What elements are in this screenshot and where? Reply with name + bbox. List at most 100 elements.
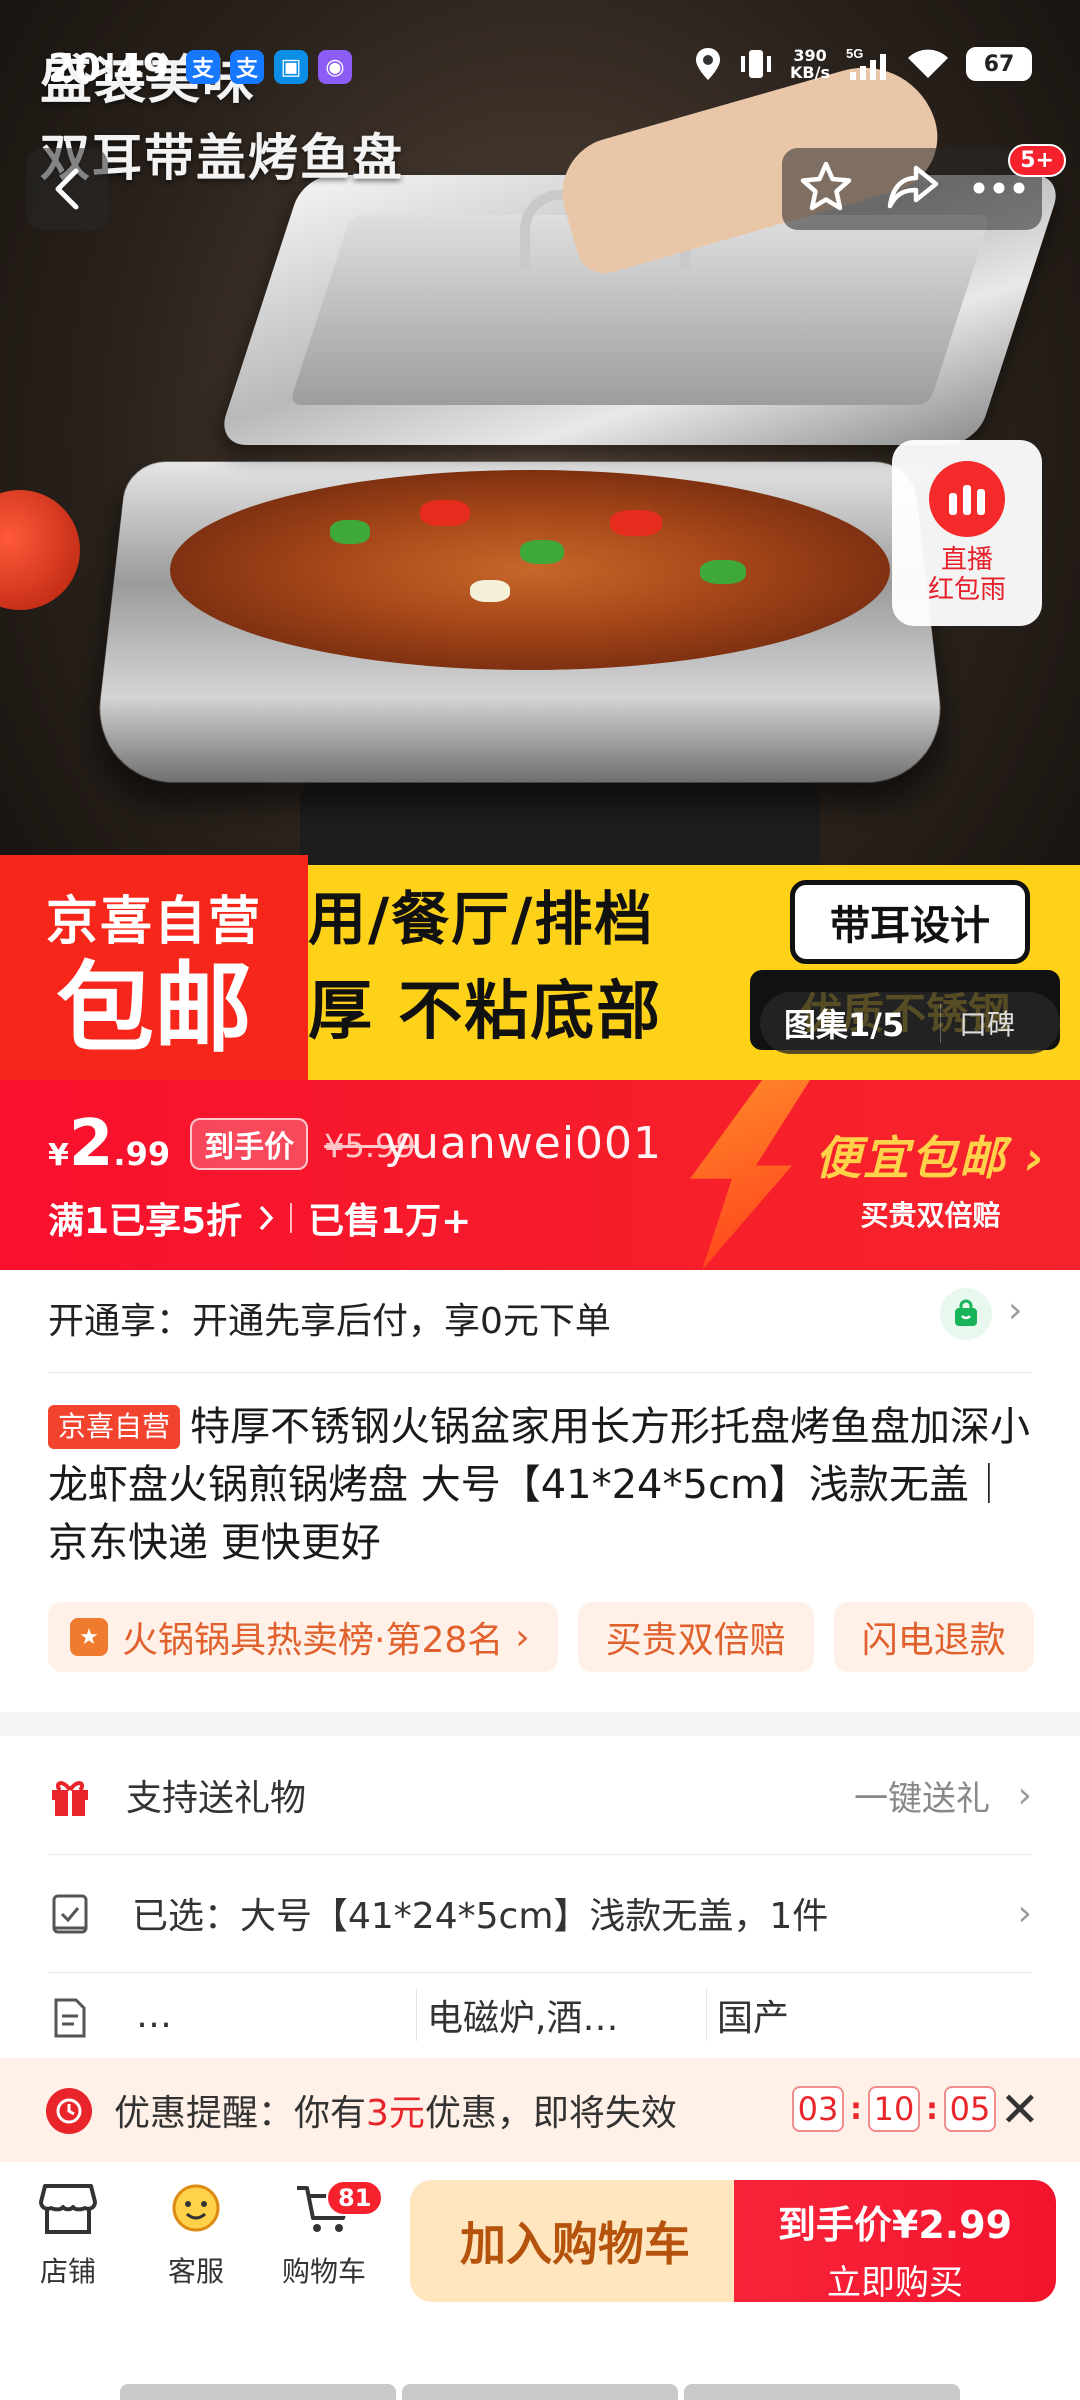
top-action-group	[782, 148, 1042, 230]
status-app-icons: 支 支 ▣ ◉	[186, 50, 352, 84]
promo-strip-line2: 厚 不粘底部	[308, 975, 663, 1049]
send-gift-link[interactable]: 一键送礼	[854, 1771, 990, 1820]
promo-jingxi-badge: 京喜自营 包邮	[0, 855, 308, 1080]
product-title: 京喜自营 特厚不锈钢火锅盆家用长方形托盘烤鱼盘加深小龙虾盘火锅煎锅烤盘 大号【41…	[48, 1398, 1038, 1572]
buy-now-button[interactable]: 到手价¥2.99 立即购买	[734, 2180, 1056, 2303]
price-guarantee-text: 买贵双倍赔	[860, 1199, 1001, 1232]
gesture-bar	[120, 2384, 960, 2400]
pay-later-row[interactable]: 开通享：开通先享后付，享0元下单	[48, 1292, 611, 1344]
pepper-decoration	[520, 540, 564, 564]
price-currency: ¥	[48, 1138, 69, 1173]
pepper-decoration	[610, 510, 662, 536]
store-label: 店铺	[39, 2255, 96, 2288]
gift-row[interactable]: 支持送礼物 一键送礼 ›	[0, 1736, 1080, 1854]
vibrate-icon	[741, 50, 772, 78]
parameter-cell: 电磁炉,酒…	[416, 1989, 706, 2041]
final-price-tag: 到手价	[190, 1118, 309, 1170]
cheap-shipping-text[interactable]: 便宜包邮	[815, 1131, 1007, 1185]
location-icon	[696, 48, 721, 80]
cart-count-badge: 81	[326, 2180, 384, 2216]
add-to-cart-button[interactable]: 加入购物车	[410, 2180, 740, 2302]
share-button[interactable]	[886, 162, 940, 216]
countdown-timer: 03 : 10 : 05	[792, 2086, 996, 2132]
pepper-decoration	[700, 560, 746, 584]
customer-service-icon	[172, 2184, 220, 2232]
reviews-tab[interactable]: 口碑	[940, 1003, 1015, 1043]
chevron-left-icon	[55, 168, 79, 210]
parameter-cell: 国产	[706, 1989, 996, 2041]
signal-icon: 5G	[846, 46, 886, 80]
wifi-icon	[908, 49, 948, 78]
promo-brand-text: 京喜自营	[45, 892, 262, 952]
ear-design-label: 带耳设计	[790, 880, 1030, 964]
countdown-seconds: 05	[944, 2086, 996, 2132]
live-red-packet-button[interactable]: 直播 红包雨	[892, 440, 1042, 626]
star-icon	[800, 161, 852, 211]
status-time: 20:49	[48, 46, 169, 90]
divider	[48, 1372, 1032, 1373]
buy-now-price: 到手价¥2.99	[777, 2203, 1013, 2247]
back-button[interactable]	[26, 148, 108, 230]
tomato-decoration	[0, 490, 80, 610]
coupon-reminder-bar[interactable]: 优惠提醒：你有3元优惠，即将失效 03 : 10 : 05 ✕	[0, 2058, 1080, 2162]
parameter-cells: … 电磁炉,酒… 国产	[126, 1972, 996, 2058]
coupon-amount: 3元	[366, 2093, 425, 2134]
clock-icon	[46, 2088, 92, 2134]
price-integer: 2	[68, 1107, 114, 1181]
more-button[interactable]	[972, 180, 1026, 199]
document-icon	[54, 1998, 86, 2038]
selected-spec-icon	[52, 1894, 88, 1934]
app-icon-blue: ▣	[274, 50, 308, 84]
section-separator	[0, 1712, 1080, 1736]
feature-chips: ★ 火锅锅具热卖榜·第28名 › 买贵双倍赔 闪电退款	[48, 1602, 1034, 1672]
battery-icon: 67	[966, 47, 1032, 81]
ranking-chip[interactable]: ★ 火锅锅具热卖榜·第28名 ›	[48, 1602, 558, 1672]
reminder-text: 优惠提醒：你有3元优惠，即将失效	[114, 2093, 677, 2134]
message-badge: 5+	[1008, 144, 1066, 177]
customer-service-button[interactable]: 客服	[136, 2180, 256, 2290]
lightning-icon	[690, 1080, 810, 1270]
app-icon-purple: ◉	[318, 50, 352, 84]
live-label: 直播 红包雨	[927, 545, 1006, 605]
pepper-decoration	[330, 520, 370, 544]
alipay-icon: 支	[186, 50, 220, 84]
status-bar: 20:49 支 支 ▣ ◉ 390 KB/s 5G 67	[0, 0, 1080, 140]
gift-label: 支持送礼物	[126, 1778, 307, 1819]
discount-row[interactable]: 满1已享5折 已售1万+	[48, 1192, 471, 1244]
live-icon	[929, 461, 1005, 537]
gallery-counter-label[interactable]: 图集1/5	[760, 1000, 940, 1046]
selected-spec-row[interactable]: 已选：大号【41*24*5cm】浅款无盖，1件 ›	[0, 1854, 1080, 1972]
store-icon	[39, 2184, 97, 2234]
price-row: ¥ 2 .99 到手价 ¥5.99	[48, 1112, 416, 1178]
price-banner: ¥ 2 .99 到手价 ¥5.99 yuanwei001 满1已享5折 已售1万…	[0, 1080, 1080, 1270]
chevron-right-icon: ›	[1017, 1774, 1032, 1816]
price-guarantee-chip[interactable]: 买贵双倍赔	[577, 1602, 814, 1672]
ranking-chip-label: 火锅锅具热卖榜·第28名	[122, 1620, 504, 1661]
selected-spec-label: 已选：大号【41*24*5cm】浅款无盖，1件	[132, 1896, 829, 1937]
cheap-shipping-badge[interactable]: 便宜包邮 › 买贵双倍赔	[815, 1122, 1046, 1234]
status-right: 390 KB/s 5G 67	[694, 46, 1032, 82]
store-button[interactable]: 店铺	[8, 2180, 128, 2290]
shopping-bag-icon	[940, 1288, 992, 1340]
gallery-counter[interactable]: 图集1/5 口碑	[760, 992, 1060, 1054]
close-icon[interactable]: ✕	[1000, 2082, 1040, 2138]
favorite-button[interactable]	[798, 160, 854, 218]
cart-label: 购物车	[281, 2255, 366, 2288]
alipay-icon-2: 支	[230, 50, 264, 84]
price-decimal: .99	[113, 1135, 171, 1173]
grilled-fish-illustration	[170, 470, 890, 670]
garlic-decoration	[470, 580, 510, 602]
jingxi-tag: 京喜自营	[48, 1405, 181, 1449]
ranking-badge-icon: ★	[70, 1618, 108, 1656]
customer-service-label: 客服	[167, 2255, 224, 2288]
flash-refund-chip[interactable]: 闪电退款	[833, 1602, 1034, 1672]
chevron-right-icon[interactable]: ›	[1008, 1290, 1022, 1331]
discount-text[interactable]: 满1已享5折	[48, 1192, 242, 1244]
parameter-cell: …	[136, 1994, 172, 2036]
divider	[290, 1203, 293, 1233]
more-dots-icon	[973, 182, 1025, 193]
parameters-row[interactable]: … 电磁炉,酒… 国产	[0, 1972, 1080, 2058]
share-icon	[887, 165, 939, 209]
buy-now-label: 立即购买	[827, 2263, 963, 2303]
chevron-right-icon: ›	[515, 1616, 530, 1658]
